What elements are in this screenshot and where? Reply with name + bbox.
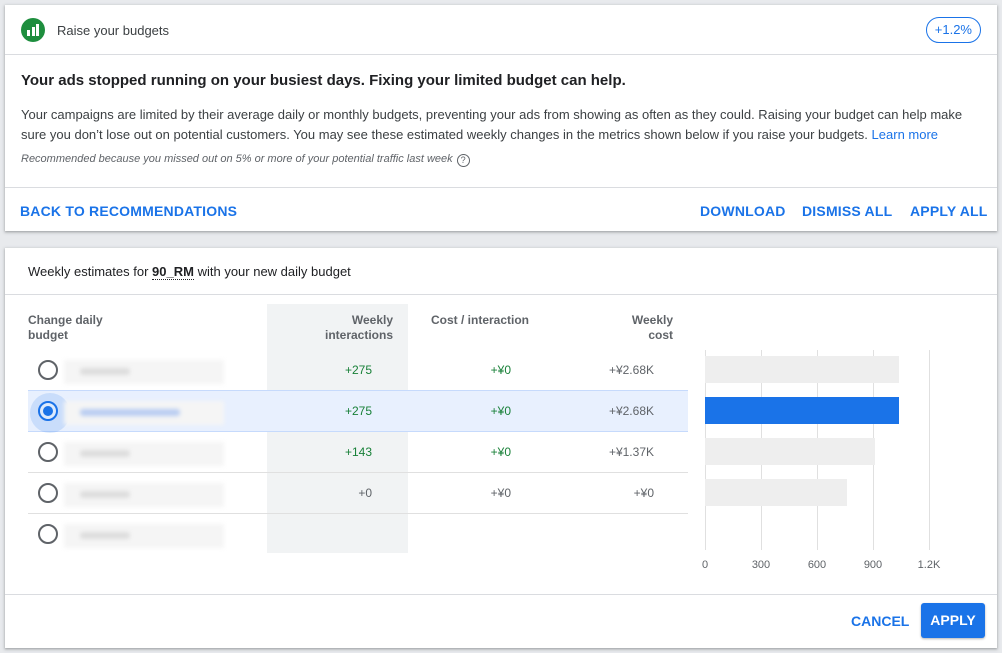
back-to-recommendations-button[interactable]: BACK TO RECOMMENDATIONS	[20, 203, 237, 219]
description: Your campaigns are limited by their aver…	[21, 105, 981, 145]
download-button[interactable]: DOWNLOAD	[700, 203, 786, 219]
budget-option-row[interactable]: +143 +¥0 +¥1.37K	[28, 432, 688, 473]
estimates-card: Weekly estimates for 90_RM with your new…	[5, 248, 997, 648]
budget-value-redacted	[64, 401, 224, 425]
learn-more-link[interactable]: Learn more	[872, 127, 938, 142]
headline: Your ads stopped running on your busiest…	[21, 72, 626, 89]
col-header-budget: Change daily budget	[28, 313, 103, 342]
gridline	[929, 350, 930, 550]
dismiss-all-button[interactable]: DISMISS ALL	[802, 203, 892, 219]
bar-chart-icon	[21, 18, 45, 42]
recommendation-card: Raise your budgets +1.2% Your ads stoppe…	[5, 5, 997, 231]
card-title: Raise your budgets	[57, 23, 170, 38]
recommendation-note: Recommended because you missed out on 5%…	[21, 153, 470, 167]
apply-all-button[interactable]: APPLY ALL	[910, 203, 988, 219]
interactions-cell: +0	[358, 486, 372, 500]
radio-button-selected[interactable]	[30, 393, 70, 433]
interactions-cell: +275	[344, 363, 372, 377]
axis-tick-label: 300	[751, 559, 771, 571]
cost-per-interaction-cell: +¥0	[490, 404, 511, 418]
col-header-cost-per-interaction: Cost / interaction	[431, 313, 530, 327]
dialog-actions: CANCEL APPLY	[5, 594, 997, 649]
budget-value-redacted	[64, 524, 224, 548]
weekly-cost-cell: +¥2.68K	[608, 404, 654, 418]
axis-tick-label: 0	[701, 559, 709, 571]
card-header: Raise your budgets +1.2%	[5, 5, 997, 55]
budget-bar-chart: 0 300 600 900 1.2K	[702, 350, 965, 571]
help-icon[interactable]: ?	[456, 154, 470, 167]
budget-bar-selected	[705, 397, 900, 424]
cost-per-interaction-cell: +¥0	[490, 445, 511, 459]
budget-option-row[interactable]: +0 +¥0 +¥0	[28, 473, 688, 514]
cost-per-interaction-cell: +¥0	[490, 363, 511, 377]
budget-bar	[705, 356, 900, 383]
weekly-cost-cell: +¥0	[633, 486, 654, 500]
divider	[5, 294, 997, 295]
col-header-interactions: Weekly interactions	[324, 313, 393, 342]
col-header-weekly-cost: Weekly cost	[631, 313, 673, 342]
radio-button[interactable]	[38, 483, 58, 503]
cost-per-interaction-cell: +¥0	[490, 486, 511, 500]
axis-tick-label: 900	[863, 559, 883, 571]
cancel-button[interactable]: CANCEL	[851, 613, 909, 629]
budget-option-row[interactable]	[28, 514, 688, 554]
estimates-title: Weekly estimates for 90_RM with your new…	[28, 264, 351, 280]
axis-tick-label: 1.2K	[917, 559, 941, 571]
apply-button[interactable]: APPLY	[921, 603, 985, 638]
budget-bar	[705, 479, 847, 506]
radio-button[interactable]	[38, 524, 58, 544]
radio-button[interactable]	[38, 442, 58, 462]
budget-value-redacted	[64, 483, 224, 507]
note-text: Recommended because you missed out on 5%…	[21, 153, 453, 165]
estimates-title-prefix: Weekly estimates for	[28, 264, 149, 279]
weekly-cost-cell: +¥1.37K	[608, 445, 654, 459]
campaign-name: 90_RM	[152, 264, 194, 280]
description-text: Your campaigns are limited by their aver…	[21, 107, 963, 142]
estimates-title-suffix: with your new daily budget	[197, 264, 351, 279]
interactions-cell: +143	[344, 445, 372, 459]
budget-option-row-selected[interactable]: +275 +¥0 +¥2.68K	[28, 390, 688, 433]
impact-badge: +1.2%	[925, 17, 981, 43]
radio-button[interactable]	[38, 360, 58, 380]
budget-option-row[interactable]: +275 +¥0 +¥2.68K	[28, 350, 688, 391]
budget-value-redacted	[64, 360, 224, 384]
weekly-cost-cell: +¥2.68K	[608, 363, 654, 377]
budget-bar	[705, 438, 875, 465]
card-actions: BACK TO RECOMMENDATIONS DOWNLOAD DISMISS…	[5, 187, 997, 232]
interactions-cell: +275	[344, 404, 372, 418]
budget-value-redacted	[64, 442, 224, 466]
axis-tick-label: 600	[807, 559, 827, 571]
